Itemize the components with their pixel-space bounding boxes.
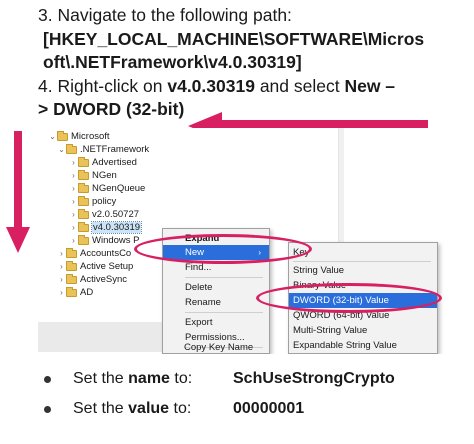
folder-icon <box>78 208 89 219</box>
chevron-right-icon: › <box>72 184 75 193</box>
label-suffix: to: <box>169 400 192 417</box>
tree-item-label: Active Setup <box>80 261 134 272</box>
step-4-key: v4.0.30319 <box>167 75 255 96</box>
step-4-mid: and select <box>254 75 345 96</box>
menu-divider <box>293 261 431 262</box>
tree-item-advertised[interactable]: › Advertised <box>69 156 137 169</box>
folder-icon <box>78 195 89 206</box>
submenu-item-string-value[interactable]: String Value <box>289 263 437 278</box>
tree-item-label: AD <box>80 287 94 298</box>
tree-item-label: Windows P <box>92 235 140 246</box>
tree-item-label: NGenQueue <box>92 183 146 194</box>
setting-name-label: Set the name to: <box>73 370 233 388</box>
label-text: Set the <box>73 400 129 417</box>
folder-icon <box>78 221 89 232</box>
submenu-item-multi-string[interactable]: Multi-String Value <box>289 323 437 338</box>
label-bold: value <box>128 400 170 417</box>
bullet-icon <box>44 375 51 383</box>
setting-name-row: Set the name to: SchUseStrongCrypto <box>44 370 395 388</box>
chevron-right-icon: › <box>60 249 63 258</box>
bullet-icon <box>44 405 51 413</box>
chevron-right-icon: › <box>72 236 75 245</box>
tree-item-label: v2.0.50727 <box>92 209 140 220</box>
tree-item-label: v4.0.30319 <box>90 221 143 234</box>
menu-divider <box>185 312 263 313</box>
registry-editor-screenshot: ⌄ Microsoft ⌄ .NETFramework › Advertised › N… <box>38 128 446 354</box>
tree-item-windows[interactable]: › Windows P <box>69 234 140 247</box>
folder-icon <box>66 247 77 258</box>
chevron-right-icon: › <box>72 158 75 167</box>
setting-value-row: Set the value to: 00000001 <box>44 400 304 418</box>
step-4-dword: > DWORD (32-bit) <box>38 99 185 119</box>
folder-icon <box>78 169 89 180</box>
step-4-prefix: 4. Right-click on <box>38 75 168 96</box>
step-4-new: New – <box>344 75 396 96</box>
chevron-right-icon: › <box>72 210 75 219</box>
menu-item-rename[interactable]: Rename <box>163 295 269 310</box>
chevron-down-icon: ⌄ <box>58 145 65 154</box>
down-arrow-icon <box>6 131 30 253</box>
tree-item-label: AccountsCo <box>80 248 132 259</box>
tree-item-ngenqueue[interactable]: › NGenQueue <box>69 182 145 195</box>
chevron-right-icon: › <box>72 223 75 232</box>
label-text: Set the <box>73 370 129 387</box>
menu-item-copy-key-name[interactable]: Copy Key Name <box>162 340 270 354</box>
tree-item-policy[interactable]: › policy <box>69 195 116 208</box>
tree-item-label: ActiveSync <box>80 274 127 285</box>
chevron-right-icon: › <box>72 197 75 206</box>
label-suffix: to: <box>169 370 193 387</box>
highlight-new-ellipse <box>134 234 312 264</box>
setting-value-value: 00000001 <box>233 400 305 417</box>
registry-path-line-1: [HKEY_LOCAL_MACHINE\SOFTWARE\Micros <box>43 28 425 49</box>
tree-item-v2[interactable]: › v2.0.50727 <box>69 208 139 221</box>
step-3-text: 3. Navigate to the following path: <box>38 5 292 25</box>
tree-item-label: Microsoft <box>71 131 110 142</box>
tree-item-label: .NETFramework <box>80 144 150 155</box>
label-bold: name <box>128 370 170 387</box>
folder-icon <box>66 143 77 154</box>
folder-icon <box>66 260 77 271</box>
tree-item-accounts[interactable]: › AccountsCo <box>57 247 131 260</box>
menu-item-delete[interactable]: Delete <box>163 280 269 295</box>
chevron-right-icon: › <box>60 288 63 297</box>
registry-path-line-2: oft\.NETFramework\v4.0.30319] <box>43 52 302 72</box>
folder-icon <box>66 286 77 297</box>
tree-item-label: policy <box>92 196 117 207</box>
tree-item-ngen[interactable]: › NGen <box>69 169 117 182</box>
folder-icon <box>78 156 89 167</box>
chevron-down-icon: ⌄ <box>49 132 56 141</box>
submenu-item-expandable-string[interactable]: Expandable String Value <box>289 338 437 353</box>
folder-icon <box>57 130 68 141</box>
chevron-right-icon: › <box>60 275 63 284</box>
tree-item-activesync[interactable]: › ActiveSync <box>57 273 127 286</box>
step-4-text: 4. Right-click on v4.0.30319 and select … <box>38 75 468 99</box>
setting-value-label: Set the value to: <box>73 400 233 418</box>
menu-divider <box>185 277 263 278</box>
tree-item-label: Advertised <box>92 157 137 168</box>
setting-name-value: SchUseStrongCrypto <box>233 370 395 387</box>
tree-item-microsoft[interactable]: ⌄ Microsoft <box>48 130 110 143</box>
tree-item-netframework[interactable]: ⌄ .NETFramework <box>57 143 149 156</box>
folder-icon <box>78 234 89 245</box>
chevron-right-icon: › <box>72 171 75 180</box>
tree-item-v4[interactable]: › v4.0.30319 <box>69 221 143 234</box>
highlight-dword-ellipse <box>256 283 442 313</box>
tree-item-ad[interactable]: › AD <box>57 286 93 299</box>
menu-item-export[interactable]: Export <box>163 315 269 330</box>
tree-item-active-setup[interactable]: › Active Setup <box>57 260 133 273</box>
folder-icon <box>66 273 77 284</box>
tree-item-label: NGen <box>92 170 117 181</box>
folder-icon <box>78 182 89 193</box>
instructions: 3. Navigate to the following path: [HKEY… <box>38 4 468 122</box>
chevron-right-icon: › <box>60 262 63 271</box>
